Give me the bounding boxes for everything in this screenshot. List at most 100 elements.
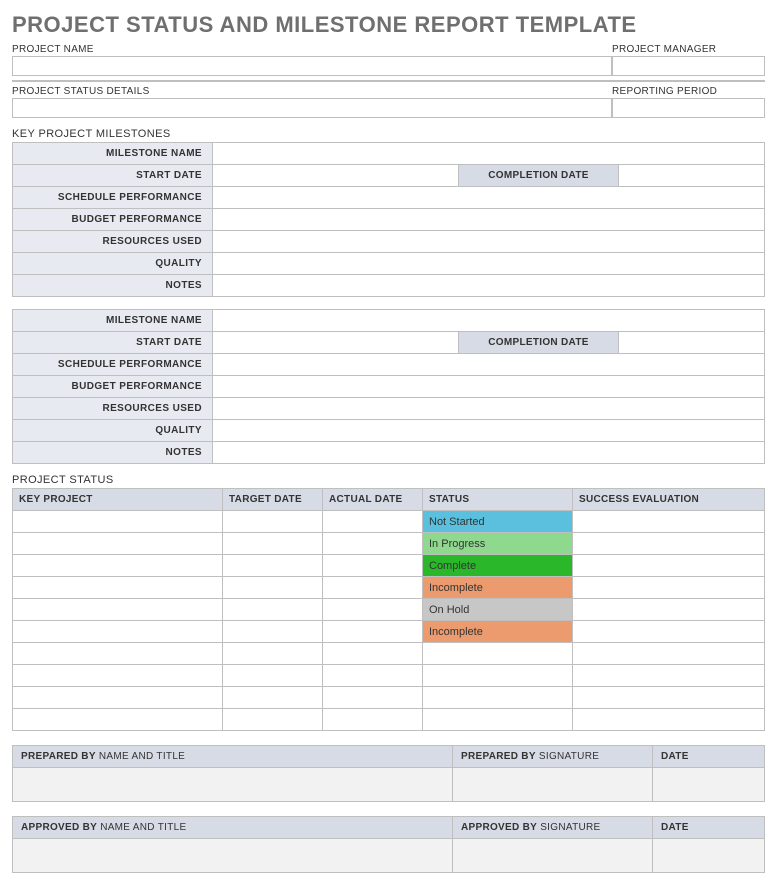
approved-by-signature-cell[interactable]	[453, 839, 653, 873]
project-status-section-header: PROJECT STATUS	[12, 464, 765, 488]
resources-used-label: RESOURCES USED	[13, 231, 213, 253]
milestone-name-cell[interactable]	[213, 143, 765, 165]
status-cell[interactable]	[423, 709, 573, 731]
actual-date-cell[interactable]	[323, 555, 423, 577]
schedule-performance-label: SCHEDULE PERFORMANCE	[13, 354, 213, 376]
approved-by-table: APPROVED BY NAME AND TITLE APPROVED BY S…	[12, 816, 765, 873]
quality-label: QUALITY	[13, 253, 213, 275]
key-project-cell[interactable]	[13, 643, 223, 665]
project-manager-input[interactable]	[612, 56, 765, 76]
key-project-cell[interactable]	[13, 555, 223, 577]
success-evaluation-cell[interactable]	[573, 555, 765, 577]
target-date-cell[interactable]	[223, 621, 323, 643]
key-project-cell[interactable]	[13, 533, 223, 555]
status-cell[interactable]: On Hold	[423, 599, 573, 621]
success-evaluation-cell[interactable]	[573, 709, 765, 731]
quality-cell[interactable]	[213, 420, 765, 442]
budget-performance-label: BUDGET PERFORMANCE	[13, 209, 213, 231]
col-status: STATUS	[423, 489, 573, 511]
target-date-cell[interactable]	[223, 577, 323, 599]
status-cell[interactable]: Not Started	[423, 511, 573, 533]
project-name-label: PROJECT NAME	[12, 42, 612, 56]
actual-date-cell[interactable]	[323, 511, 423, 533]
success-evaluation-cell[interactable]	[573, 577, 765, 599]
name-title-label: NAME AND TITLE	[99, 751, 185, 762]
table-row: Incomplete	[13, 577, 765, 599]
status-details-input[interactable]	[12, 98, 612, 118]
status-cell[interactable]	[423, 665, 573, 687]
prepared-by-label: PREPARED BY	[21, 751, 96, 762]
budget-performance-cell[interactable]	[213, 376, 765, 398]
actual-date-cell[interactable]	[323, 643, 423, 665]
completion-date-cell[interactable]	[619, 165, 765, 187]
date-label-2: DATE	[661, 822, 689, 833]
table-row: In Progress	[13, 533, 765, 555]
status-cell[interactable]: Complete	[423, 555, 573, 577]
target-date-cell[interactable]	[223, 511, 323, 533]
success-evaluation-cell[interactable]	[573, 687, 765, 709]
actual-date-cell[interactable]	[323, 687, 423, 709]
quality-cell[interactable]	[213, 253, 765, 275]
approved-by-name-cell[interactable]	[13, 839, 453, 873]
target-date-cell[interactable]	[223, 555, 323, 577]
status-cell[interactable]: In Progress	[423, 533, 573, 555]
milestone-name-cell[interactable]	[213, 310, 765, 332]
resources-used-cell[interactable]	[213, 231, 765, 253]
status-cell[interactable]	[423, 643, 573, 665]
status-cell[interactable]: Incomplete	[423, 577, 573, 599]
key-project-cell[interactable]	[13, 577, 223, 599]
success-evaluation-cell[interactable]	[573, 621, 765, 643]
name-title-label-2: NAME AND TITLE	[100, 822, 186, 833]
key-project-cell[interactable]	[13, 621, 223, 643]
schedule-performance-cell[interactable]	[213, 187, 765, 209]
approved-by-date-cell[interactable]	[653, 839, 765, 873]
start-date-cell[interactable]	[213, 165, 459, 187]
target-date-cell[interactable]	[223, 687, 323, 709]
table-row: On Hold	[13, 599, 765, 621]
target-date-cell[interactable]	[223, 665, 323, 687]
notes-cell[interactable]	[213, 275, 765, 297]
table-row: Complete	[13, 555, 765, 577]
table-row	[13, 709, 765, 731]
key-project-cell[interactable]	[13, 709, 223, 731]
success-evaluation-cell[interactable]	[573, 511, 765, 533]
prepared-by-name-header: PREPARED BY NAME AND TITLE	[13, 746, 453, 768]
resources-used-cell[interactable]	[213, 398, 765, 420]
prepared-by-signature-cell[interactable]	[453, 768, 653, 802]
budget-performance-label: BUDGET PERFORMANCE	[13, 376, 213, 398]
actual-date-cell[interactable]	[323, 621, 423, 643]
status-cell[interactable]	[423, 687, 573, 709]
success-evaluation-cell[interactable]	[573, 643, 765, 665]
start-date-cell[interactable]	[213, 332, 459, 354]
notes-label: NOTES	[13, 442, 213, 464]
budget-performance-cell[interactable]	[213, 209, 765, 231]
signature-label: SIGNATURE	[539, 751, 599, 762]
prepared-by-name-cell[interactable]	[13, 768, 453, 802]
success-evaluation-cell[interactable]	[573, 665, 765, 687]
status-cell[interactable]: Incomplete	[423, 621, 573, 643]
actual-date-cell[interactable]	[323, 599, 423, 621]
project-name-input[interactable]	[12, 56, 612, 76]
target-date-cell[interactable]	[223, 599, 323, 621]
success-evaluation-cell[interactable]	[573, 599, 765, 621]
notes-cell[interactable]	[213, 442, 765, 464]
key-project-cell[interactable]	[13, 665, 223, 687]
target-date-cell[interactable]	[223, 643, 323, 665]
actual-date-cell[interactable]	[323, 533, 423, 555]
completion-date-cell[interactable]	[619, 332, 765, 354]
table-row: Incomplete	[13, 621, 765, 643]
actual-date-cell[interactable]	[323, 665, 423, 687]
key-project-cell[interactable]	[13, 687, 223, 709]
target-date-cell[interactable]	[223, 709, 323, 731]
key-project-cell[interactable]	[13, 599, 223, 621]
target-date-cell[interactable]	[223, 533, 323, 555]
key-project-cell[interactable]	[13, 511, 223, 533]
schedule-performance-cell[interactable]	[213, 354, 765, 376]
success-evaluation-cell[interactable]	[573, 533, 765, 555]
actual-date-cell[interactable]	[323, 709, 423, 731]
milestone-name-label: MILESTONE NAME	[13, 143, 213, 165]
reporting-period-input[interactable]	[612, 98, 765, 118]
actual-date-cell[interactable]	[323, 577, 423, 599]
prepared-by-date-cell[interactable]	[653, 768, 765, 802]
quality-label: QUALITY	[13, 420, 213, 442]
